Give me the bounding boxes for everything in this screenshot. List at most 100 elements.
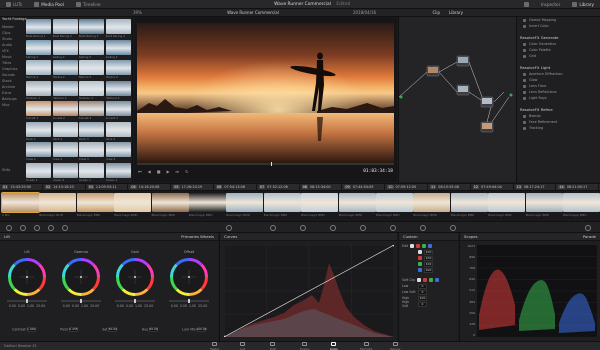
motion-effects-icon[interactable] [62, 225, 68, 231]
wheel-value[interactable]: 25.00 [90, 304, 99, 308]
wheel-value[interactable]: 25.00 [36, 304, 45, 308]
media-clip[interactable]: Harbour 1 [26, 80, 53, 100]
clip-selector[interactable]: Clip [396, 10, 446, 15]
wheel-value[interactable]: 0.00 [9, 304, 16, 308]
node-04[interactable] [480, 96, 494, 108]
blur-icon[interactable] [360, 225, 366, 231]
tracker-icon[interactable] [330, 225, 336, 231]
softclip-blue-button[interactable] [435, 277, 440, 282]
wheel-graphic[interactable] [168, 256, 210, 298]
3d-icon[interactable] [450, 225, 456, 231]
scrubber[interactable] [137, 162, 394, 166]
node-02[interactable] [456, 55, 470, 67]
curve-red-button[interactable] [416, 244, 421, 248]
qualifier-icon[interactable] [270, 225, 276, 231]
wheel-value[interactable]: 0.00 [63, 304, 70, 308]
media-clip[interactable]: Crew 4 [105, 142, 133, 161]
clip-thumbnail[interactable] [105, 101, 131, 116]
media-clip[interactable]: Sunset 1 [26, 101, 53, 120]
camera-raw-icon[interactable] [6, 225, 12, 231]
skip-forward-icon[interactable]: ⏭ [176, 169, 180, 174]
high-field[interactable]: 100 [418, 295, 427, 301]
wheel-value[interactable]: 1.00 [27, 304, 34, 308]
clip-timecode[interactable]: 08 08:15:34:00 [300, 183, 343, 191]
blue-value[interactable]: 100 [424, 267, 433, 273]
softclip-green-button[interactable] [429, 277, 434, 282]
page-tab-color[interactable]: Color [330, 342, 338, 350]
clip-thumbnail[interactable] [105, 121, 131, 137]
stop-icon[interactable]: ■ [157, 169, 161, 174]
saturation-field[interactable]: 50.00 [108, 326, 118, 332]
media-clip[interactable]: Deck 3 [79, 121, 106, 141]
media-clip[interactable]: Ocean 1 [26, 162, 53, 182]
wheel-value[interactable]: 1.00 [81, 304, 88, 308]
loop-icon[interactable]: ↻ [185, 169, 188, 174]
media-clip[interactable]: Harbour 2 [52, 80, 80, 100]
low-soft-field[interactable]: 0 [418, 289, 427, 295]
master-wheel-knob[interactable] [26, 299, 28, 303]
clip-timecode[interactable]: 01 15:43:29:00 [0, 183, 43, 191]
timeline-button[interactable]: Timeline [70, 0, 107, 9]
clip-timecode[interactable]: 06 07:54:13:06 [214, 183, 257, 191]
fx-item[interactable]: Invert Color [517, 23, 600, 29]
media-clip[interactable]: Deck 2 [52, 121, 80, 141]
clip-thumbnail[interactable] [79, 101, 104, 116]
node-output-icon[interactable] [509, 93, 513, 97]
media-clip[interactable]: Boat Racing 1 [26, 19, 53, 38]
scope-mode-selector[interactable]: Parade [583, 234, 596, 239]
timeline-clip[interactable] [525, 193, 563, 212]
media-clip[interactable]: Crew 3 [79, 142, 106, 161]
timeline-clip[interactable] [450, 193, 488, 212]
wheel-value[interactable]: 0.00 [126, 304, 133, 308]
timeline-clip[interactable] [301, 193, 339, 212]
clip-thumbnail[interactable] [52, 60, 78, 75]
clip-thumbnail[interactable] [26, 19, 51, 34]
timeline-clip[interactable] [189, 193, 226, 212]
clip-thumbnail[interactable] [105, 162, 131, 178]
curve-blue-button[interactable] [428, 244, 433, 248]
rgb-mixer-icon[interactable] [48, 225, 54, 231]
window-icon[interactable] [300, 225, 306, 231]
clip-thumbnail[interactable] [79, 80, 104, 96]
media-clip[interactable]: Marina 4 [105, 60, 133, 79]
media-clip[interactable]: Boat Racing 2 [52, 19, 80, 38]
curves-icon[interactable] [226, 225, 232, 231]
media-clip[interactable]: Sailing 3 [79, 39, 106, 59]
clip-thumbnail[interactable] [79, 142, 104, 157]
timeline-clip[interactable] [413, 193, 451, 212]
red-value[interactable]: 100 [424, 255, 433, 261]
fx-section-title[interactable]: ResolveFX Light [517, 63, 600, 71]
fx-section-title[interactable]: ResolveFX Generate [517, 33, 600, 41]
page-tab-media[interactable]: Media [210, 342, 219, 350]
clip-thumbnail[interactable] [26, 39, 51, 55]
wheel-value[interactable]: 0.00 [18, 304, 25, 308]
timeline-clip[interactable] [76, 193, 114, 212]
sizing-icon[interactable] [420, 225, 426, 231]
key-icon[interactable] [390, 225, 396, 231]
clip-thumbnail[interactable] [105, 60, 131, 75]
clip-thumbnail[interactable] [52, 121, 78, 137]
timeline-clip[interactable] [563, 193, 600, 212]
clip-thumbnail[interactable] [52, 80, 78, 96]
node-graph[interactable] [399, 17, 517, 182]
clip-thumbnail[interactable] [26, 162, 51, 178]
playhead[interactable] [271, 162, 272, 166]
master-wheel[interactable] [169, 299, 209, 303]
media-clip[interactable]: Boat Racing 3 [79, 19, 106, 38]
clip-thumbnail[interactable] [79, 60, 104, 75]
timeline-clip[interactable] [39, 193, 77, 212]
color-wheels-icon[interactable] [34, 225, 40, 231]
media-clip[interactable]: Marina 1 [26, 60, 53, 79]
skip-back-icon[interactable]: ⏮ [138, 169, 142, 174]
clip-timecode[interactable]: 05 17:26:20:19 [171, 183, 214, 191]
page-tab-edit[interactable]: Edit [270, 342, 276, 350]
low-field[interactable]: 0 [418, 283, 427, 289]
wheel-value[interactable]: 0.00 [72, 304, 79, 308]
timeline-clip[interactable] [338, 193, 376, 212]
fx-item[interactable]: Light Rays [517, 95, 600, 101]
clip-thumbnail[interactable] [52, 162, 78, 178]
wheel-value[interactable]: 1.00 [189, 304, 196, 308]
softclip-red-button[interactable] [423, 277, 428, 282]
page-tab-fairlight[interactable]: Fairlight [360, 342, 372, 350]
clip-thumbnail[interactable] [26, 142, 51, 157]
